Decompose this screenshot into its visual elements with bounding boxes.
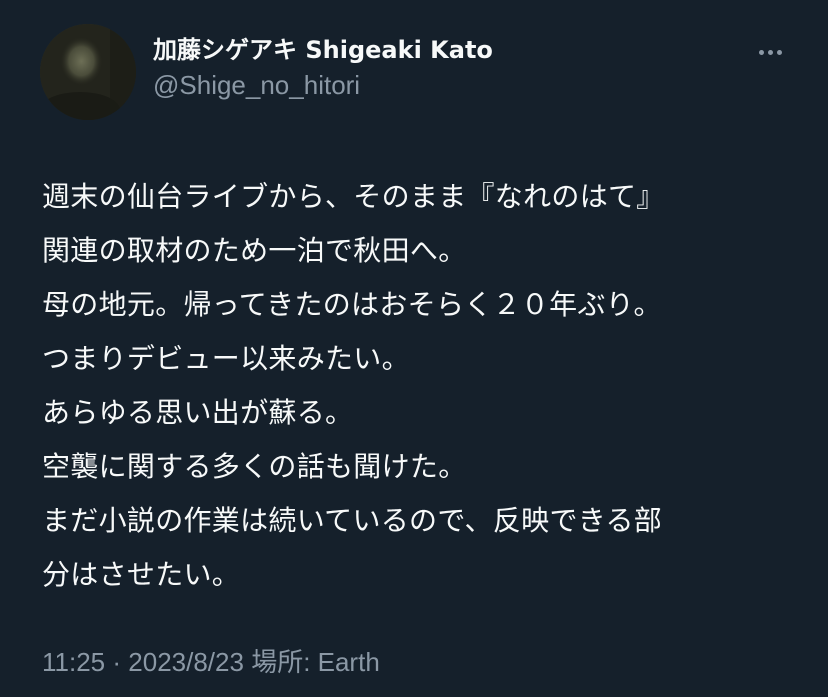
tweet-line: 分はさせたい。 [42,558,241,591]
more-horizontal-icon [776,49,782,55]
tweet-line: 関連の取材のため一泊で秋田へ。 [42,234,467,267]
tweet-date[interactable]: 2023/8/23 [128,647,244,677]
author-info: 加藤シゲアキ Shigeaki Kato @Shige_no_hitori [153,34,493,102]
display-name[interactable]: 加藤シゲアキ Shigeaki Kato [153,34,493,66]
more-horizontal-icon [758,49,764,55]
tweet-text: 週末の仙台ライブから、そのまま『なれのはて』 関連の取材のため一泊で秋田へ。 母… [42,170,794,602]
user-handle[interactable]: @Shige_no_hitori [153,68,493,102]
tweet: 加藤シゲアキ Shigeaki Kato @Shige_no_hitori 週末… [0,0,828,697]
tweet-line: あらゆる思い出が蘇る。 [42,396,354,429]
tweet-time[interactable]: 11:25 [42,647,105,677]
tweet-metadata: 11:25 · 2023/8/23 場所: Earth [42,642,380,682]
tweet-line: 週末の仙台ライブから、そのまま『なれのはて』 [42,180,665,213]
more-options-button[interactable] [752,38,788,66]
tweet-line: つまりデビュー以来みたい。 [42,342,410,375]
more-horizontal-icon [767,49,773,55]
tweet-line: 空襲に関する多くの話も聞けた。 [42,450,467,483]
tweet-location: 場所: Earth [251,647,380,677]
meta-separator: · [112,647,122,677]
tweet-line: まだ小説の作業は続いているので、反映できる部 [42,504,663,537]
avatar-photo [40,24,136,120]
tweet-line: 母の地元。帰ってきたのはおそらく２０年ぶり。 [42,288,662,321]
avatar[interactable] [40,24,136,120]
